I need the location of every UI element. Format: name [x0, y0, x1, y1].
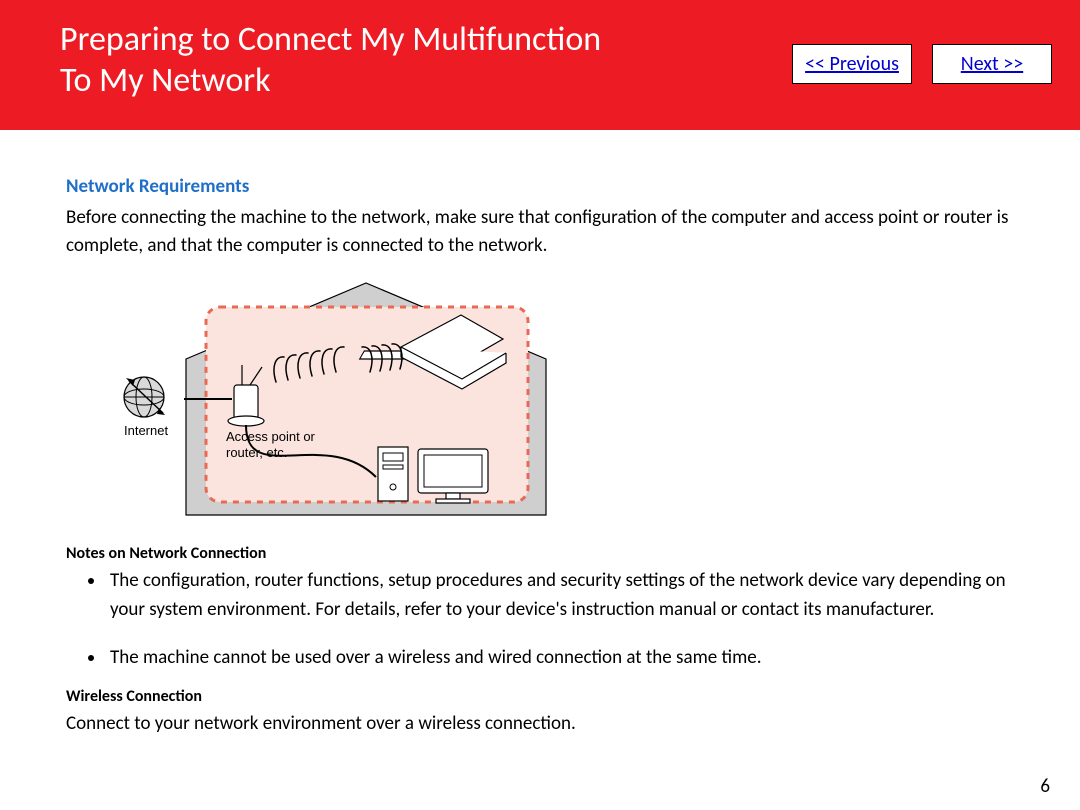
title-line-1: Preparing to Connect My Multifunction — [60, 19, 601, 60]
notes-heading: Notes on Network Connection — [66, 544, 1020, 563]
nav-buttons: << Previous Next >> — [792, 44, 1052, 84]
ap-label-line1: Access point or — [226, 429, 316, 444]
internet-label: Internet — [124, 423, 168, 438]
section-heading: Network Requirements — [66, 175, 1020, 198]
title-line-2: To My Network — [60, 60, 271, 101]
list-item: The machine cannot be used over a wirele… — [106, 644, 1020, 673]
ap-label-line2: router, etc. — [226, 445, 287, 460]
next-button[interactable]: Next >> — [932, 44, 1052, 84]
network-diagram: Internet Access point or router, etc. — [66, 277, 1020, 532]
previous-button[interactable]: << Previous — [792, 44, 912, 84]
network-diagram-svg: Internet Access point or router, etc. — [66, 277, 596, 532]
wireless-heading: Wireless Connection — [66, 687, 1020, 706]
page: Preparing to Connect My Multifunction To… — [0, 0, 1080, 810]
list-item: The configuration, router functions, set… — [106, 567, 1020, 624]
next-link[interactable]: Next >> — [961, 52, 1023, 76]
page-number: 6 — [1040, 775, 1050, 798]
header-bar: Preparing to Connect My Multifunction To… — [0, 0, 1080, 130]
content-area: Network Requirements Before connecting t… — [0, 130, 1080, 737]
previous-link[interactable]: << Previous — [805, 52, 899, 76]
desktop-icon — [378, 447, 408, 501]
wireless-text: Connect to your network environment over… — [66, 710, 1020, 738]
intro-text: Before connecting the machine to the net… — [66, 204, 1020, 259]
notes-list: The configuration, router functions, set… — [66, 567, 1020, 673]
